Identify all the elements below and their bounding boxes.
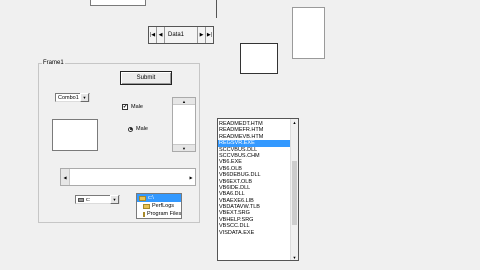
combo-dropdown-button[interactable]: ▼ bbox=[80, 93, 89, 102]
file-scroll-thumb[interactable] bbox=[292, 161, 297, 225]
hscroll-thumb[interactable] bbox=[70, 169, 187, 185]
scroll-up-icon: ▲ bbox=[292, 119, 297, 125]
dir-list-item[interactable]: c:\ bbox=[137, 194, 181, 202]
dir-list-item[interactable]: Program Files bbox=[137, 210, 181, 218]
option-dot bbox=[129, 128, 132, 130]
top-line bbox=[216, 0, 217, 18]
move-next-button[interactable]: ▶ bbox=[197, 27, 206, 43]
move-first-icon: |◀ bbox=[149, 32, 156, 38]
submit-label: Submit bbox=[136, 75, 156, 81]
folder-icon bbox=[143, 211, 145, 217]
move-previous-icon: ◀ bbox=[158, 32, 163, 38]
horizontal-scrollbar[interactable]: ◀ ▶ bbox=[60, 168, 196, 186]
combo-value: Combo1 bbox=[58, 94, 79, 101]
vscroll-down-button[interactable]: ▼ bbox=[173, 144, 195, 151]
move-next-icon: ▶ bbox=[199, 32, 204, 38]
checkbox-label: Male bbox=[131, 104, 143, 110]
folder-icon bbox=[139, 195, 146, 201]
picture-box[interactable] bbox=[292, 7, 325, 59]
file-scroll-up-button[interactable]: ▲ bbox=[291, 119, 298, 125]
checkbox-box[interactable]: ✔ bbox=[122, 104, 128, 110]
chevron-down-icon: ▼ bbox=[82, 95, 87, 100]
dir-list-item[interactable]: PerfLogs bbox=[137, 202, 181, 210]
dir-list-box[interactable]: c:\ PerfLogs Program Files bbox=[136, 193, 182, 219]
dir-label: PerfLogs bbox=[152, 203, 175, 209]
file-list-scrollbar[interactable]: ▲ ▼ bbox=[290, 119, 298, 260]
drive-list-box[interactable]: c: ▼ bbox=[75, 195, 120, 204]
file-scroll-down-button[interactable]: ▼ bbox=[291, 254, 298, 260]
dir-label: c:\ bbox=[148, 195, 154, 201]
male-checkbox[interactable]: ✔ Male bbox=[122, 103, 152, 111]
move-first-button[interactable]: |◀ bbox=[149, 27, 157, 43]
scroll-down-icon: ▼ bbox=[182, 145, 186, 151]
move-previous-button[interactable]: ◀ bbox=[157, 27, 165, 43]
multiline-textbox[interactable] bbox=[52, 119, 98, 151]
scroll-up-icon: ▲ bbox=[182, 98, 186, 104]
combo-box[interactable]: Combo1 ▼ bbox=[55, 93, 90, 102]
move-last-icon: ▶| bbox=[206, 32, 213, 38]
dir-label: Program Files bbox=[147, 211, 182, 217]
vscroll-up-button[interactable]: ▲ bbox=[173, 98, 195, 105]
option-radio[interactable] bbox=[128, 126, 133, 132]
frame-title: Frame1 bbox=[42, 60, 65, 67]
hscroll-right-button[interactable]: ▶ bbox=[187, 169, 195, 185]
drive-value: c: bbox=[86, 196, 91, 203]
scroll-right-icon: ▶ bbox=[189, 174, 193, 180]
chevron-down-icon: ▼ bbox=[112, 197, 117, 202]
male-option[interactable]: Male bbox=[128, 125, 158, 133]
submit-button[interactable]: Submit bbox=[120, 71, 172, 85]
image-box[interactable] bbox=[240, 43, 278, 74]
scroll-left-icon: ◀ bbox=[63, 174, 67, 180]
scroll-down-icon: ▼ bbox=[292, 254, 297, 260]
drive-dropdown-button[interactable]: ▼ bbox=[110, 195, 119, 204]
file-list-item[interactable]: VISDATA.EXE bbox=[218, 230, 290, 236]
top-textbox[interactable] bbox=[90, 0, 146, 6]
hscroll-left-button[interactable]: ◀ bbox=[61, 169, 70, 185]
file-list-box[interactable]: READMEDT.HTM READMEFR.HTM READMEVB.HTM REGS… bbox=[217, 118, 299, 261]
vertical-scrollbar[interactable]: ▲ ▼ bbox=[172, 97, 196, 152]
move-last-button[interactable]: ▶| bbox=[206, 27, 213, 43]
data-control-caption: Data1 bbox=[168, 32, 185, 38]
data-control[interactable]: |◀ ◀ Data1 ▶ ▶| bbox=[148, 26, 214, 44]
folder-icon bbox=[143, 203, 150, 209]
option-label: Male bbox=[136, 126, 148, 132]
